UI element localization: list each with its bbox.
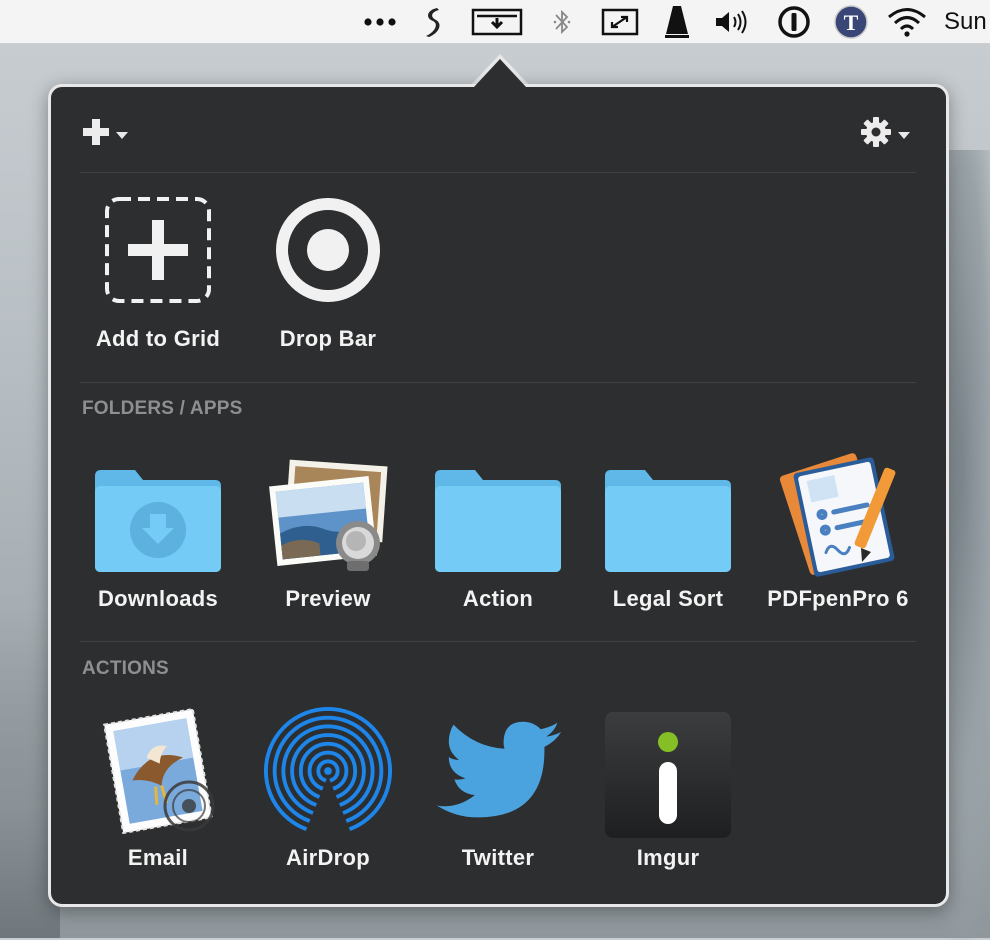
chevron-down-icon xyxy=(116,131,128,139)
folder-label-legal-sort: Legal Sort xyxy=(612,586,724,611)
action-item-email[interactable]: Email xyxy=(73,706,243,876)
app-item-preview[interactable]: Preview xyxy=(243,452,413,617)
twitter-bird-icon xyxy=(433,706,563,836)
menu-bar: T Sun xyxy=(0,0,990,44)
action-item-airdrop[interactable]: AirDrop xyxy=(243,706,413,876)
folder-item-action[interactable]: Action xyxy=(413,452,583,617)
folder-label-action: Action xyxy=(462,586,534,611)
volume-icon[interactable] xyxy=(712,0,752,44)
svg-text:T: T xyxy=(844,10,859,35)
downloads-folder-icon xyxy=(93,452,223,582)
airdrop-icon xyxy=(263,706,393,836)
divider xyxy=(80,382,916,383)
folder-item-downloads[interactable]: Downloads xyxy=(73,452,243,617)
add-menu-button[interactable] xyxy=(82,118,128,146)
chevron-down-icon xyxy=(898,131,910,139)
action-item-twitter[interactable]: Twitter xyxy=(413,706,583,876)
plus-icon xyxy=(83,119,109,145)
section-label-actions: ACTIONS xyxy=(82,658,169,679)
drop-bar-item[interactable]: Drop Bar xyxy=(243,185,413,360)
more-icon[interactable] xyxy=(360,0,400,44)
drop-bar-icon xyxy=(263,185,393,315)
preview-app-icon xyxy=(263,452,393,582)
app-label-pdfpenpro: PDFpenPro 6 xyxy=(767,586,909,611)
add-to-grid-icon xyxy=(93,185,223,315)
resize-icon[interactable] xyxy=(600,0,640,44)
wifi-icon[interactable] xyxy=(884,0,930,44)
settings-menu-button[interactable] xyxy=(860,116,910,148)
menubar-clock[interactable]: Sun xyxy=(944,0,990,44)
divider xyxy=(80,641,916,642)
drop-bar-label: Drop Bar xyxy=(279,326,377,351)
pdfpenpro-app-icon xyxy=(773,452,903,582)
add-to-grid-label: Add to Grid xyxy=(95,326,221,351)
action-label-imgur: Imgur xyxy=(636,845,700,870)
mail-stamp-icon xyxy=(93,706,223,836)
action-label-email: Email xyxy=(127,845,189,870)
onepassword-icon[interactable] xyxy=(776,0,812,44)
textexpander-icon[interactable]: T xyxy=(832,0,870,44)
folder-icon xyxy=(433,452,563,582)
folder-icon xyxy=(603,452,733,582)
action-label-twitter: Twitter xyxy=(461,845,535,870)
action-label-airdrop: AirDrop xyxy=(286,845,370,870)
divider xyxy=(80,172,916,173)
bluetooth-icon[interactable] xyxy=(548,0,576,44)
section-label-folders-apps: FOLDERS / APPS xyxy=(82,398,243,419)
app-label-preview: Preview xyxy=(285,586,371,611)
imgur-icon xyxy=(603,710,733,840)
popover-arrow-fill xyxy=(474,59,526,87)
folder-item-legal-sort[interactable]: Legal Sort xyxy=(583,452,753,617)
gear-icon xyxy=(861,117,891,147)
app-item-pdfpenpro[interactable]: PDFpenPro 6 xyxy=(753,452,923,617)
add-to-grid-item[interactable]: Add to Grid xyxy=(73,185,243,360)
folder-label-downloads: Downloads xyxy=(97,586,219,611)
action-item-imgur[interactable]: Imgur xyxy=(583,706,753,876)
metronome-icon[interactable] xyxy=(660,0,694,44)
scrivener-icon[interactable] xyxy=(418,0,448,44)
dropzone-icon[interactable] xyxy=(470,0,524,44)
